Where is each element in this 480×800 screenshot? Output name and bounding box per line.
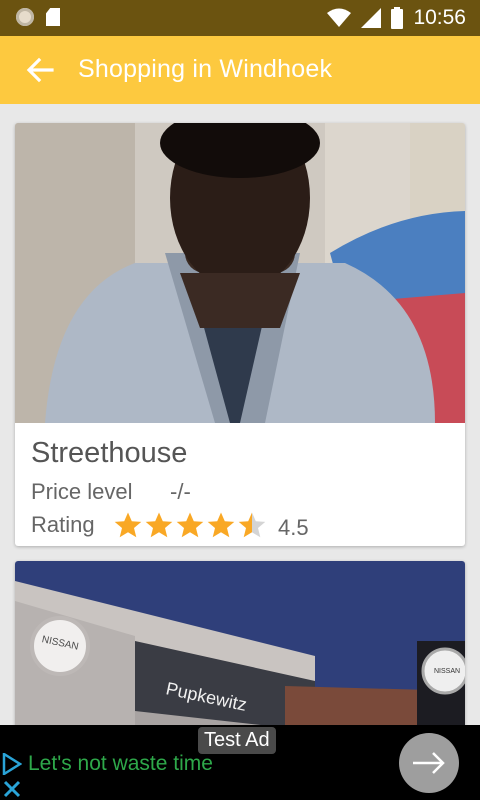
rating-label: Rating <box>31 512 95 537</box>
ad-banner[interactable]: Test Ad Let's not waste time <box>0 725 480 800</box>
rating-value: 4.5 <box>278 515 309 540</box>
arrow-left-icon[interactable] <box>24 54 56 86</box>
star-icon <box>114 512 142 538</box>
app-bar: Shopping in Windhoek <box>0 36 480 104</box>
price-level-value: -/- <box>170 479 191 504</box>
circle-icon <box>16 8 34 26</box>
star-icon <box>145 512 173 538</box>
listing-card[interactable]: Streethouse Price level -/- Rating 4.5 <box>15 123 465 546</box>
ad-text[interactable]: Let's not waste time <box>28 752 213 776</box>
close-icon[interactable] <box>2 779 22 799</box>
battery-icon <box>391 7 404 29</box>
page-title: Shopping in Windhoek <box>78 55 333 83</box>
ad-cta-button[interactable] <box>399 733 459 793</box>
listing-name: Streethouse <box>31 437 188 469</box>
price-level-label: Price level <box>31 479 133 504</box>
test-ad-badge: Test Ad <box>198 727 276 754</box>
rating-stars <box>113 511 267 539</box>
adchoices-play-icon[interactable] <box>2 753 22 775</box>
listing-photo <box>15 123 465 423</box>
star-icon <box>207 512 235 538</box>
nissan-sign: NISSAN <box>434 668 460 675</box>
status-bar: 10:56 <box>0 0 480 36</box>
wifi-icon <box>327 8 352 27</box>
star-icon <box>176 512 204 538</box>
sd-card-icon <box>46 8 60 26</box>
cell-signal-icon <box>361 8 382 28</box>
clock: 10:56 <box>413 6 466 29</box>
star-icon <box>238 512 266 538</box>
arrow-right-icon <box>413 752 445 774</box>
